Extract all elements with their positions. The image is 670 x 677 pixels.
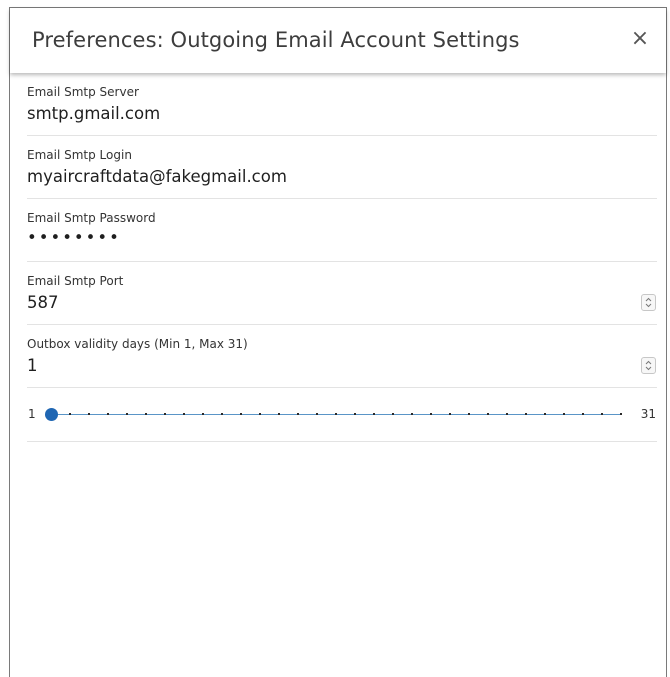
slider-tick bbox=[411, 413, 413, 415]
slider-tick bbox=[221, 413, 223, 415]
slider-tick bbox=[525, 413, 527, 415]
slider-tick bbox=[563, 413, 565, 415]
slider-tick bbox=[544, 413, 546, 415]
slider-tick bbox=[164, 413, 166, 415]
validity-slider[interactable] bbox=[44, 408, 622, 421]
slider-tick bbox=[354, 413, 356, 415]
slider-tick bbox=[297, 413, 299, 415]
slider-tick bbox=[126, 413, 128, 415]
smtp-login-input[interactable]: myaircraftdata@fakegmail.com bbox=[27, 167, 287, 186]
slider-min-label: 1 bbox=[28, 407, 36, 421]
smtp-port-input[interactable]: 587 bbox=[27, 293, 59, 312]
slider-tick bbox=[240, 413, 242, 415]
smtp-server-label: Email Smtp Server bbox=[27, 85, 139, 99]
slider-tick bbox=[145, 413, 147, 415]
outbox-validity-input[interactable]: 1 bbox=[27, 356, 38, 375]
slider-tick bbox=[468, 413, 470, 415]
slider-max-label: 31 bbox=[640, 407, 656, 421]
slider-tick bbox=[373, 413, 375, 415]
slider-tick bbox=[392, 413, 394, 415]
slider-tick bbox=[430, 413, 432, 415]
slider-tick bbox=[335, 413, 337, 415]
slider-tick bbox=[582, 413, 584, 415]
slider-tick bbox=[487, 413, 489, 415]
validity-slider-row: 1 31 bbox=[27, 388, 657, 442]
preferences-dialog: Preferences: Outgoing Email Account Sett… bbox=[9, 7, 667, 677]
smtp-port-label: Email Smtp Port bbox=[27, 274, 124, 288]
slider-tick bbox=[69, 413, 71, 415]
dialog-header: Preferences: Outgoing Email Account Sett… bbox=[10, 8, 666, 73]
outbox-validity-field[interactable]: Outbox validity days (Min 1, Max 31) 1 bbox=[27, 325, 657, 388]
slider-tick bbox=[278, 413, 280, 415]
port-spinner-icon[interactable] bbox=[641, 294, 656, 311]
validity-spinner-icon[interactable] bbox=[641, 357, 656, 374]
smtp-password-field[interactable]: Email Smtp Password •••••••• bbox=[27, 199, 657, 262]
slider-thumb[interactable] bbox=[44, 408, 58, 421]
outbox-validity-label: Outbox validity days (Min 1, Max 31) bbox=[27, 337, 248, 351]
slider-tick bbox=[620, 413, 622, 415]
slider-tick bbox=[601, 413, 603, 415]
slider-tick bbox=[449, 413, 451, 415]
slider-tick bbox=[88, 413, 90, 415]
close-icon[interactable]: × bbox=[628, 27, 652, 51]
smtp-server-input[interactable]: smtp.gmail.com bbox=[27, 104, 160, 123]
slider-tick bbox=[506, 413, 508, 415]
slider-tick bbox=[259, 413, 261, 415]
settings-form: Email Smtp Server smtp.gmail.com Email S… bbox=[27, 73, 657, 442]
slider-tick bbox=[183, 413, 185, 415]
dialog-title: Preferences: Outgoing Email Account Sett… bbox=[32, 28, 520, 52]
smtp-login-label: Email Smtp Login bbox=[27, 148, 132, 162]
slider-tick bbox=[202, 413, 204, 415]
smtp-login-field[interactable]: Email Smtp Login myaircraftdata@fakegmai… bbox=[27, 136, 657, 199]
smtp-password-input[interactable]: •••••••• bbox=[27, 228, 121, 247]
slider-tick bbox=[107, 413, 109, 415]
slider-tick bbox=[316, 413, 318, 415]
smtp-port-field[interactable]: Email Smtp Port 587 bbox=[27, 262, 657, 325]
smtp-server-field[interactable]: Email Smtp Server smtp.gmail.com bbox=[27, 73, 657, 136]
smtp-password-label: Email Smtp Password bbox=[27, 211, 156, 225]
